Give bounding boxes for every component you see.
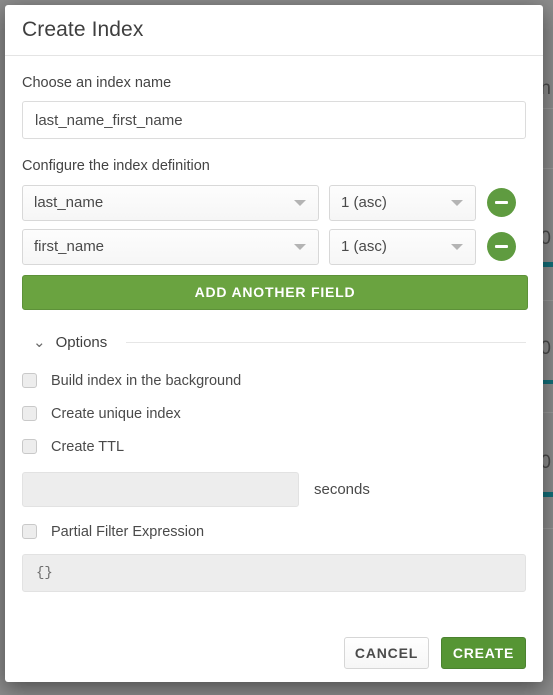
option-partial-filter[interactable]: Partial Filter Expression [22, 524, 526, 540]
field-select-0[interactable]: last_name [22, 184, 319, 221]
index-definition-label: Configure the index definition [22, 158, 210, 175]
sort-select-0[interactable]: 1 (asc) [329, 184, 476, 221]
sort-select-0-value: 1 (asc) [341, 194, 387, 212]
checkbox-unique-index[interactable] [22, 406, 37, 422]
add-another-field-button[interactable]: ADD ANOTHER FIELD [22, 274, 528, 310]
chevron-down-icon [294, 199, 306, 206]
options-section-header[interactable]: ⌄ Options [33, 334, 526, 351]
remove-field-button-0[interactable] [487, 188, 516, 218]
option-build-background-label: Build index in the background [51, 372, 242, 389]
chevron-down-icon[interactable]: ⌄ [33, 335, 46, 350]
chevron-down-icon [451, 199, 463, 206]
option-partial-filter-label: Partial Filter Expression [51, 523, 205, 540]
index-definition-row: last_name 1 (asc) [22, 184, 526, 221]
option-create-ttl-label: Create TTL [51, 438, 125, 455]
field-select-0-value: last_name [34, 194, 104, 212]
index-definition-row: first_name 1 (asc) [22, 228, 526, 265]
ttl-row: seconds [22, 471, 526, 507]
modal-header: Create Index [5, 5, 543, 56]
index-name-input[interactable] [22, 101, 526, 140]
option-create-ttl[interactable]: Create TTL [22, 439, 526, 455]
index-name-label: Choose an index name [22, 75, 172, 91]
ttl-unit-label: seconds [314, 480, 370, 498]
modal-title: Create Index [22, 18, 144, 41]
minus-circle-icon [495, 201, 508, 205]
minus-circle-icon [495, 245, 508, 249]
sort-select-1[interactable]: 1 (asc) [329, 228, 476, 265]
checkbox-create-ttl[interactable] [22, 439, 37, 455]
chevron-down-icon [451, 243, 463, 250]
remove-field-button-1[interactable] [487, 232, 516, 262]
option-unique-index-label: Create unique index [51, 405, 181, 422]
checkbox-partial-filter[interactable] [22, 524, 37, 540]
modal-footer: CANCEL CREATE [344, 637, 526, 669]
ttl-seconds-input[interactable] [22, 471, 299, 507]
options-divider [126, 341, 526, 343]
partial-filter-placeholder: {} [36, 564, 53, 581]
option-build-background[interactable]: Build index in the background [22, 373, 526, 389]
partial-filter-expression-input[interactable]: {} [22, 553, 526, 592]
sort-select-1-value: 1 (asc) [341, 238, 387, 256]
cancel-button[interactable]: CANCEL [344, 637, 429, 669]
backdrop-accent-bar [543, 380, 553, 384]
option-unique-index[interactable]: Create unique index [22, 406, 526, 422]
field-select-1[interactable]: first_name [22, 228, 319, 265]
field-select-1-value: first_name [34, 238, 105, 256]
chevron-down-icon [294, 243, 306, 250]
checkbox-build-background[interactable] [22, 373, 37, 389]
create-index-modal: Create Index Choose an index name Config… [5, 5, 543, 682]
create-button[interactable]: CREATE [441, 637, 526, 669]
modal-body: Choose an index name Configure the index… [5, 56, 543, 592]
options-label: Options [55, 333, 108, 351]
